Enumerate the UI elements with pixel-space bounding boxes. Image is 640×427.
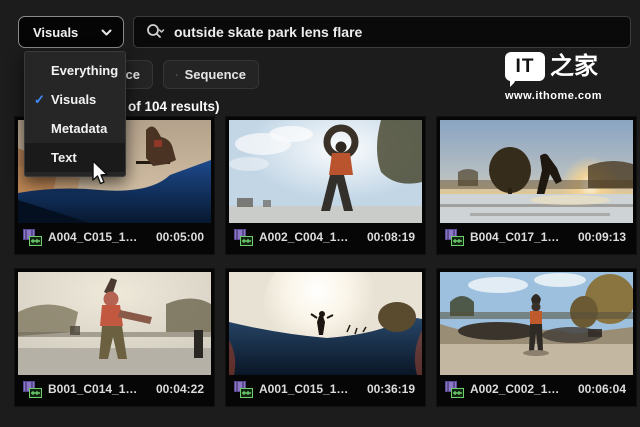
search-input[interactable]	[174, 24, 620, 40]
ithome-logo-icon: IT	[505, 52, 545, 81]
chevron-down-icon	[100, 26, 113, 39]
clip-meta: A001_C015_1… 00:36:19	[229, 375, 422, 403]
clip-thumbnail-sunset-skater	[440, 120, 633, 223]
clip-thumbnail-park-stretch	[440, 272, 633, 375]
clip-name: A002_C002_1…	[470, 382, 559, 396]
checkmark-icon: ✓	[34, 92, 51, 108]
ithome-watermark: IT 之家 www.ithome.com	[505, 52, 602, 102]
clip-meta: A002_C004_1… 00:08:19	[229, 223, 422, 251]
clip-card[interactable]: B004_C017_1… 00:09:13	[436, 116, 637, 255]
menu-item-label: Everything	[51, 63, 118, 78]
clip-duration: 00:36:19	[367, 382, 415, 396]
results-count: of 104 results)	[128, 99, 220, 114]
av-clip-icon	[445, 381, 464, 398]
clip-card[interactable]: A002_C004_1… 00:08:19	[225, 116, 426, 255]
clip-card[interactable]: A002_C002_1… 00:06:04	[436, 268, 637, 407]
clip-name: A002_C004_1…	[259, 230, 348, 244]
menu-item-visuals[interactable]: ✓ Visuals	[25, 85, 125, 114]
clip-name: A001_C015_1…	[259, 382, 348, 396]
clip-name: B001_C014_1…	[48, 382, 137, 396]
av-clip-icon	[234, 229, 253, 246]
ithome-url: www.ithome.com	[505, 90, 602, 102]
search-filter-menu: Everything ✓ Visuals Metadata Text	[24, 51, 126, 177]
ithome-logo-text: IT	[516, 56, 535, 78]
clip-meta: B001_C014_1… 00:04:22	[18, 375, 211, 403]
search-bar[interactable]	[133, 16, 631, 48]
sequence-scope-label: Sequence	[185, 67, 246, 82]
clip-meta: A004_C015_1… 00:05:00	[18, 223, 211, 251]
clip-name: A004_C015_1…	[48, 230, 137, 244]
av-clip-icon	[234, 381, 253, 398]
sequence-icon	[176, 68, 178, 82]
clip-duration: 00:08:19	[367, 230, 415, 244]
av-clip-icon	[23, 381, 42, 398]
av-clip-icon	[23, 229, 42, 246]
menu-item-everything[interactable]: Everything	[25, 56, 125, 85]
clip-meta: A002_C002_1… 00:06:04	[440, 375, 633, 403]
clip-card[interactable]: A001_C015_1… 00:36:19	[225, 268, 426, 407]
menu-item-metadata[interactable]: Metadata	[25, 114, 125, 143]
search-filter-dropdown[interactable]: Visuals	[18, 16, 124, 48]
menu-item-text[interactable]: Text	[25, 143, 125, 172]
clip-duration: 00:04:22	[156, 382, 204, 396]
menu-item-label: Text	[51, 150, 77, 165]
clip-thumbnail-fisheye-bowl	[229, 272, 422, 375]
ithome-logo-cjk: 之家	[550, 55, 598, 79]
clip-thumbnail-dancer	[18, 272, 211, 375]
app-window: Visuals ce Sequence of 104 results) E	[0, 0, 640, 427]
clip-card[interactable]: B001_C014_1… 00:04:22	[14, 268, 215, 407]
clip-duration: 00:06:04	[578, 382, 626, 396]
search-filter-value: Visuals	[33, 25, 78, 40]
menu-item-label: Metadata	[51, 121, 107, 136]
clip-meta: B004_C017_1… 00:09:13	[440, 223, 633, 251]
av-clip-icon	[445, 229, 464, 246]
clip-name: B004_C017_1…	[470, 230, 559, 244]
clip-duration: 00:09:13	[578, 230, 626, 244]
search-icon	[144, 22, 166, 42]
menu-item-label: Visuals	[51, 92, 96, 107]
clip-thumbnail-arms-overhead	[229, 120, 422, 223]
clip-duration: 00:05:00	[156, 230, 204, 244]
source-scope-label: ce	[126, 67, 140, 82]
sequence-scope-button[interactable]: Sequence	[163, 60, 259, 89]
